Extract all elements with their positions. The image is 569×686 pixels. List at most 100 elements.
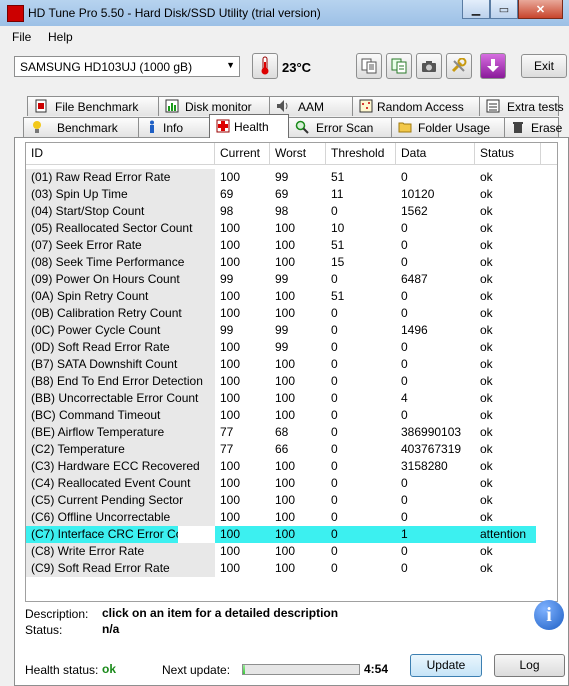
update-button[interactable]: Update: [410, 654, 482, 677]
info-icon[interactable]: i: [534, 600, 564, 630]
folder-icon: [398, 122, 412, 133]
table-row[interactable]: (C4) Reallocated Event Count 100 100 0 0 ok: [26, 475, 557, 492]
download-arrow-icon: [487, 59, 499, 72]
tab-random-access[interactable]: Random Access: [352, 96, 480, 116]
column-header-current[interactable]: Current: [215, 143, 270, 164]
options-button[interactable]: [446, 53, 472, 79]
cell-worst: 100: [275, 561, 296, 575]
screenshot-button[interactable]: [416, 53, 442, 79]
log-button[interactable]: Log: [494, 654, 565, 677]
cell-id: (0D) Soft Read Error Rate: [26, 339, 215, 356]
table-row[interactable]: (08) Seek Time Performance 100 100 15 0 ok: [26, 254, 557, 271]
smart-table: ID Current Worst Threshold Data Status (…: [25, 142, 558, 602]
tab-info[interactable]: Info: [138, 117, 210, 137]
tab-error-scan[interactable]: Error Scan: [288, 117, 392, 137]
table-row[interactable]: (09) Power On Hours Count 99 99 0 6487 ok: [26, 271, 557, 288]
table-row[interactable]: (C9) Soft Read Error Rate 100 100 0 0 ok: [26, 560, 557, 577]
table-row[interactable]: (05) Reallocated Sector Count 100 100 10 0 ok: [26, 220, 557, 237]
drive-select[interactable]: SAMSUNG HD103UJ (1000 gB) ▼: [14, 56, 240, 77]
cell-data: 4: [401, 391, 408, 405]
column-header-threshold[interactable]: Threshold: [326, 143, 396, 164]
table-row[interactable]: (0A) Spin Retry Count 100 100 51 0 ok: [26, 288, 557, 305]
window-title: HD Tune Pro 5.50 - Hard Disk/SSD Utility…: [28, 6, 321, 20]
table-row[interactable]: (C6) Offline Uncorrectable 100 100 0 0 ok: [26, 509, 557, 526]
table-row[interactable]: (C2) Temperature 77 66 0 403767319 ok: [26, 441, 557, 458]
window-controls: ▁ ▭ ✕: [462, 0, 563, 20]
title-bar[interactable]: HD Tune Pro 5.50 - Hard Disk/SSD Utility…: [0, 0, 569, 26]
tab-aam[interactable]: AAM: [269, 96, 353, 116]
hd-tune-window: HD Tune Pro 5.50 - Hard Disk/SSD Utility…: [0, 0, 569, 686]
tab-disk-monitor[interactable]: Disk monitor: [158, 96, 270, 116]
cell-id: (C7) Interface CRC Error Count: [26, 526, 178, 543]
speaker-icon: [277, 100, 288, 112]
cell-id: (0A) Spin Retry Count: [26, 288, 215, 305]
cell-data: 1: [396, 526, 475, 543]
tab-benchmark[interactable]: Benchmark: [23, 117, 139, 137]
table-row[interactable]: (0B) Calibration Retry Count 100 100 0 0 ok: [26, 305, 557, 322]
table-row[interactable]: (C5) Current Pending Sector 100 100 0 0 ok: [26, 492, 557, 509]
minimize-button[interactable]: ▁: [462, 0, 490, 19]
selection-gap: [178, 526, 215, 543]
cell-worst: 99: [275, 323, 289, 337]
maximize-button[interactable]: ▭: [490, 0, 518, 19]
table-row[interactable]: (0D) Soft Read Error Rate 100 99 0 0 ok: [26, 339, 557, 356]
column-header-data[interactable]: Data: [396, 143, 475, 164]
table-row[interactable]: (BC) Command Timeout 100 100 0 0 ok: [26, 407, 557, 424]
footer-bar: Health status: ok Next update: 4:54 Upda…: [25, 650, 565, 686]
cell-worst: 69: [275, 187, 289, 201]
cell-id: (05) Reallocated Sector Count: [26, 220, 215, 237]
cell-current: 99: [220, 272, 234, 286]
column-header-status[interactable]: Status: [475, 143, 541, 164]
table-row[interactable]: (0C) Power Cycle Count 99 99 0 1496 ok: [26, 322, 557, 339]
cell-worst: 99: [275, 170, 289, 184]
tab-extra-tests[interactable]: Extra tests: [479, 96, 564, 116]
table-row[interactable]: (BE) Airflow Temperature 77 68 0 386990103 ok: [26, 424, 557, 441]
table-row[interactable]: (C3) Hardware ECC Recovered 100 100 0 315828…: [26, 458, 557, 475]
table-row[interactable]: (B8) End To End Error Detection 100 100 0 0 o…: [26, 373, 557, 390]
menu-file[interactable]: File: [12, 30, 31, 44]
cell-worst: 100: [275, 476, 296, 490]
maximize-icon: ▭: [498, 3, 510, 16]
progress-fill: [243, 665, 246, 674]
cell-threshold: 0: [331, 561, 338, 575]
close-button[interactable]: ✕: [518, 0, 563, 19]
cell-worst: 100: [275, 255, 296, 269]
column-header-worst[interactable]: Worst: [270, 143, 326, 164]
cell-data: 0: [401, 374, 408, 388]
tab-file-benchmark[interactable]: File Benchmark: [27, 96, 159, 116]
table-row[interactable]: (01) Raw Read Error Rate 100 99 51 0 ok: [26, 169, 557, 186]
file-benchmark-icon: [35, 99, 47, 113]
table-row[interactable]: (C8) Write Error Rate 100 100 0 0 ok: [26, 543, 557, 560]
table-row[interactable]: (03) Spin Up Time 69 69 11 10120 ok: [26, 186, 557, 203]
cell-status: attention: [475, 526, 536, 543]
copy-text-button[interactable]: [356, 53, 382, 79]
cell-data: 0: [401, 561, 408, 575]
table-row[interactable]: (BB) Uncorrectable Error Count 100 100 0 4 ok: [26, 390, 557, 407]
tab-health[interactable]: Health: [209, 114, 289, 138]
app-icon: [7, 5, 24, 22]
copy-text-icon: [361, 58, 377, 74]
save-button[interactable]: [480, 53, 506, 79]
column-header-id[interactable]: ID: [26, 143, 215, 164]
cell-threshold: 0: [331, 425, 338, 439]
cell-status: ok: [480, 323, 493, 337]
cell-threshold: 51: [331, 289, 345, 303]
toolbar: SAMSUNG HD103UJ (1000 gB) ▼ 23°C Exit: [0, 48, 569, 90]
cell-status: ok: [480, 442, 493, 456]
cell-data: 1562: [401, 204, 428, 218]
exit-button[interactable]: Exit: [521, 54, 567, 78]
table-row[interactable]: (04) Start/Stop Count 98 98 0 1562 ok: [26, 203, 557, 220]
table-row[interactable]: (C7) Interface CRC Error Count10010001at…: [26, 526, 536, 543]
cell-current: 77: [220, 425, 234, 439]
table-row[interactable]: (07) Seek Error Rate 100 100 51 0 ok: [26, 237, 557, 254]
cell-current: 100: [220, 221, 241, 235]
table-row[interactable]: (B7) SATA Downshift Count 100 100 0 0 ok: [26, 356, 557, 373]
temperature-button[interactable]: [252, 53, 278, 79]
menu-help[interactable]: Help: [48, 30, 73, 44]
tab-folder-usage[interactable]: Folder Usage: [391, 117, 505, 137]
copy-all-button[interactable]: [386, 53, 412, 79]
tab-erase[interactable]: Erase: [504, 117, 562, 137]
status-value: n/a: [102, 622, 120, 636]
cell-data: 0: [401, 544, 408, 558]
cell-status: ok: [480, 289, 493, 303]
